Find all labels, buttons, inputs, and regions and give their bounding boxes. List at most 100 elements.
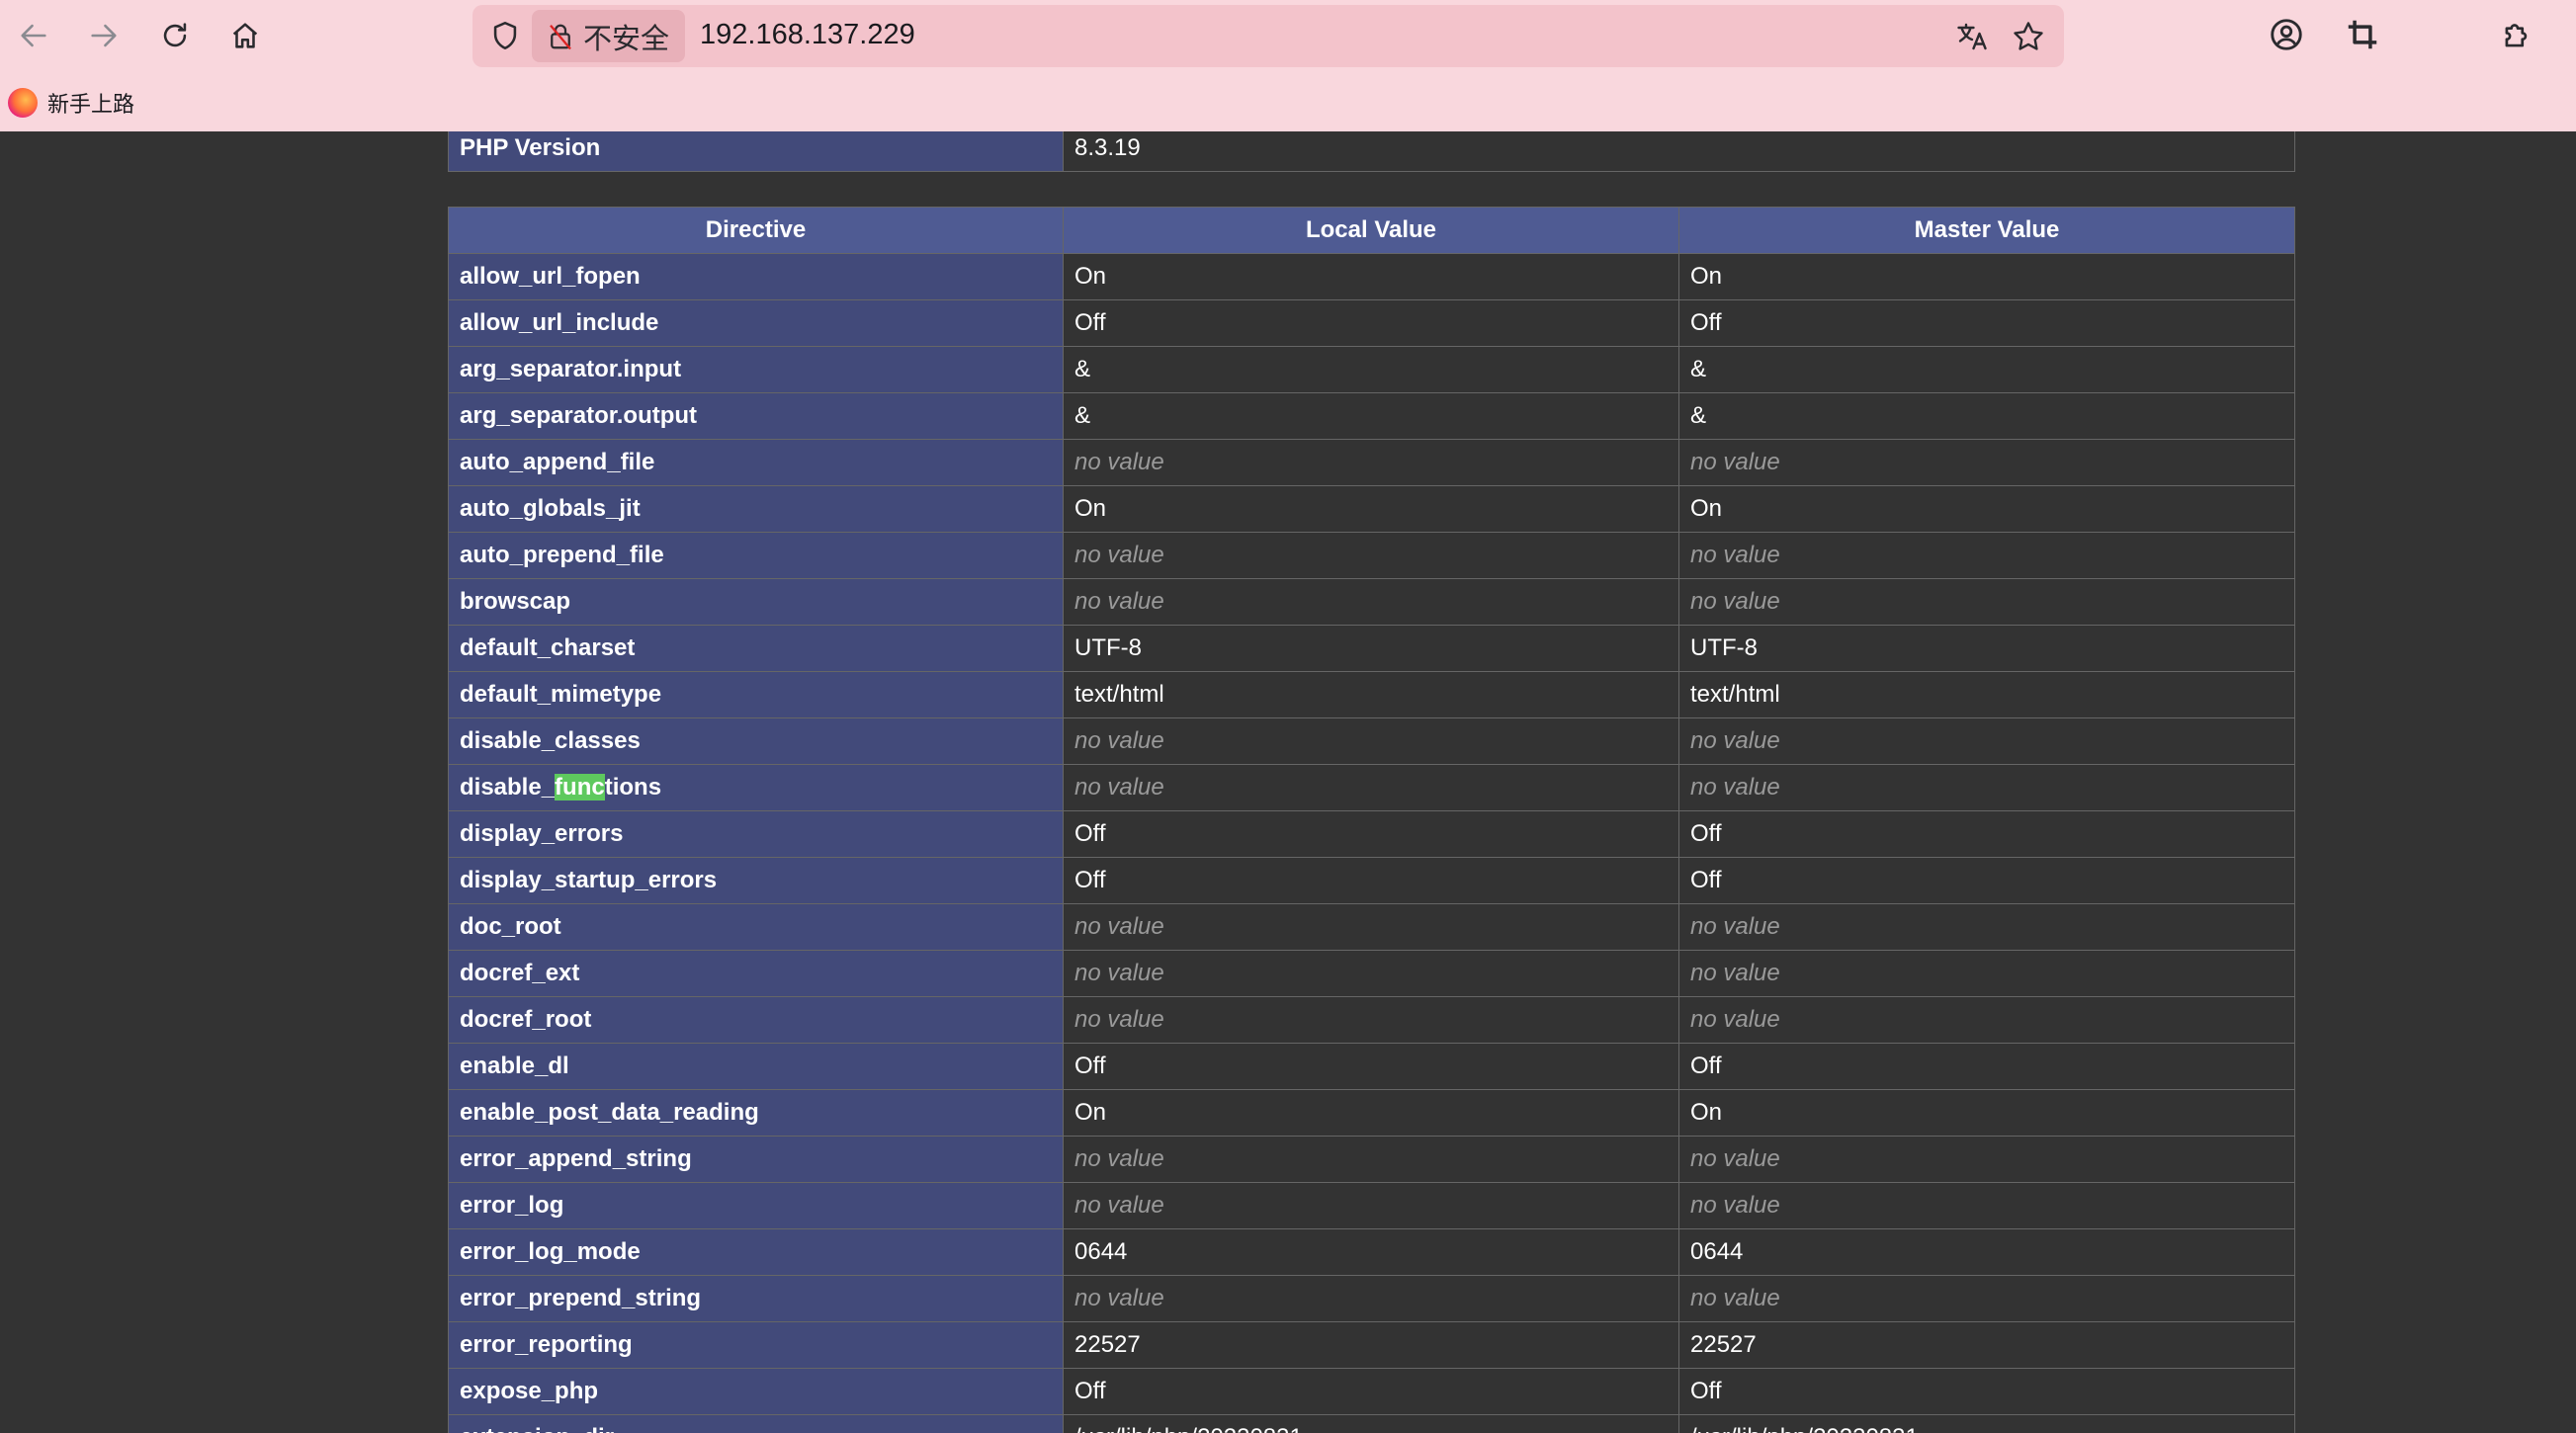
table-row: allow_url_fopen On On (448, 253, 2295, 300)
directive-name: allow_url_fopen (448, 253, 1064, 300)
local-value: Off (1063, 1043, 1679, 1090)
local-value: UTF-8 (1063, 625, 1679, 672)
local-value: & (1063, 346, 1679, 393)
directive-table: Directive Local Value Master Value allow… (448, 207, 2295, 1433)
version-value: 8.3.19 (1063, 131, 2295, 172)
local-value: Off (1063, 810, 1679, 858)
table-row: auto_append_file no value no value (448, 439, 2295, 486)
arrow-right-icon (91, 24, 117, 47)
translate-button[interactable] (1954, 19, 1990, 54)
master-value: Off (1678, 857, 2295, 904)
master-value: no value (1678, 903, 2295, 951)
puzzle-icon (2505, 24, 2528, 47)
directive-name: docref_ext (448, 950, 1064, 997)
version-table: PHP Version 8.3.19 (448, 131, 2295, 172)
master-value: On (1678, 253, 2295, 300)
master-value: Off (1678, 1368, 2295, 1415)
table-row: auto_globals_jit On On (448, 485, 2295, 533)
directive-name: display_errors (448, 810, 1064, 858)
header-directive: Directive (448, 207, 1064, 254)
local-value: no value (1063, 1136, 1679, 1183)
table-row: error_log_mode 0644 0644 (448, 1228, 2295, 1276)
directive-name: browscap (448, 578, 1064, 626)
local-value: Off (1063, 1368, 1679, 1415)
table-row: enable_dl Off Off (448, 1043, 2295, 1090)
star-icon (2014, 22, 2043, 50)
table-row: auto_prepend_file no value no value (448, 532, 2295, 579)
local-value: text/html (1063, 671, 1679, 718)
reload-icon (163, 23, 187, 47)
master-value: UTF-8 (1678, 625, 2295, 672)
home-button[interactable] (223, 14, 267, 57)
bookmark-item[interactable]: 新手上路 (8, 87, 134, 119)
local-value: no value (1063, 903, 1679, 951)
directive-name: auto_append_file (448, 439, 1064, 486)
local-value: no value (1063, 1275, 1679, 1322)
local-value: no value (1063, 764, 1679, 811)
directive-name: arg_separator.output (448, 392, 1064, 440)
directive-name: default_mimetype (448, 671, 1064, 718)
directive-name: error_log_mode (448, 1228, 1064, 1276)
local-value: no value (1063, 950, 1679, 997)
shield-icon[interactable] (488, 19, 522, 52)
directive-table-body: allow_url_fopen On On allow_url_include Off O… (448, 253, 2295, 1433)
directive-name: allow_url_include (448, 299, 1064, 347)
table-row: display_errors Off Off (448, 810, 2295, 858)
directive-name: error_prepend_string (448, 1275, 1064, 1322)
security-label: 不安全 (583, 23, 670, 55)
table-row: disable_classes no value no value (448, 717, 2295, 765)
master-value: Off (1678, 810, 2295, 858)
extensions-button[interactable] (2499, 16, 2538, 55)
directive-name: auto_globals_jit (448, 485, 1064, 533)
bookmark-label: 新手上路 (47, 92, 135, 117)
table-row: docref_root no value no value (448, 996, 2295, 1044)
table-row: PHP Version 8.3.19 (448, 131, 2295, 172)
master-value: no value (1678, 439, 2295, 486)
directive-name: doc_root (448, 903, 1064, 951)
master-value: & (1678, 392, 2295, 440)
master-value: no value (1678, 532, 2295, 579)
table-row: error_prepend_string no value no value (448, 1275, 2295, 1322)
directive-name: arg_separator.input (448, 346, 1064, 393)
directive-name: default_charset (448, 625, 1064, 672)
reload-button[interactable] (153, 14, 197, 57)
site-security-button[interactable]: 不安全 (532, 10, 685, 62)
forward-button[interactable] (82, 14, 126, 57)
master-value: text/html (1678, 671, 2295, 718)
url-bar[interactable]: 不安全 192.168.137.229 (472, 5, 2064, 67)
screenshot-button[interactable] (2344, 16, 2383, 55)
local-value: no value (1063, 532, 1679, 579)
local-value: 22527 (1063, 1321, 1679, 1369)
account-button[interactable] (2268, 16, 2307, 55)
local-value: Off (1063, 299, 1679, 347)
directive-name: expose_php (448, 1368, 1064, 1415)
local-value: no value (1063, 439, 1679, 486)
table-row: doc_root no value no value (448, 903, 2295, 951)
home-icon (232, 23, 258, 48)
master-value: Off (1678, 299, 2295, 347)
directive-name: error_log (448, 1182, 1064, 1229)
master-value: /usr/lib/php/20230831 (1678, 1414, 2295, 1433)
bookmark-star-button[interactable] (2011, 19, 2046, 54)
master-value: On (1678, 1089, 2295, 1137)
table-row: browscap no value no value (448, 578, 2295, 626)
directive-name: error_append_string (448, 1136, 1064, 1183)
find-highlight: func (555, 774, 605, 801)
master-value: no value (1678, 764, 2295, 811)
directive-name: enable_post_data_reading (448, 1089, 1064, 1137)
arrow-left-icon (21, 24, 46, 47)
table-row: allow_url_include Off Off (448, 299, 2295, 347)
url-text[interactable]: 192.168.137.229 (700, 19, 915, 51)
local-value: no value (1063, 1182, 1679, 1229)
local-value: On (1063, 1089, 1679, 1137)
account-icon (2271, 19, 2302, 50)
translate-icon (1957, 23, 1987, 50)
master-value: no value (1678, 950, 2295, 997)
local-value: On (1063, 253, 1679, 300)
back-button[interactable] (12, 14, 55, 57)
version-label: PHP Version (448, 131, 1064, 172)
table-row: enable_post_data_reading On On (448, 1089, 2295, 1137)
master-value: no value (1678, 1275, 2295, 1322)
header-local-value: Local Value (1063, 207, 1679, 254)
directive-name: display_startup_errors (448, 857, 1064, 904)
